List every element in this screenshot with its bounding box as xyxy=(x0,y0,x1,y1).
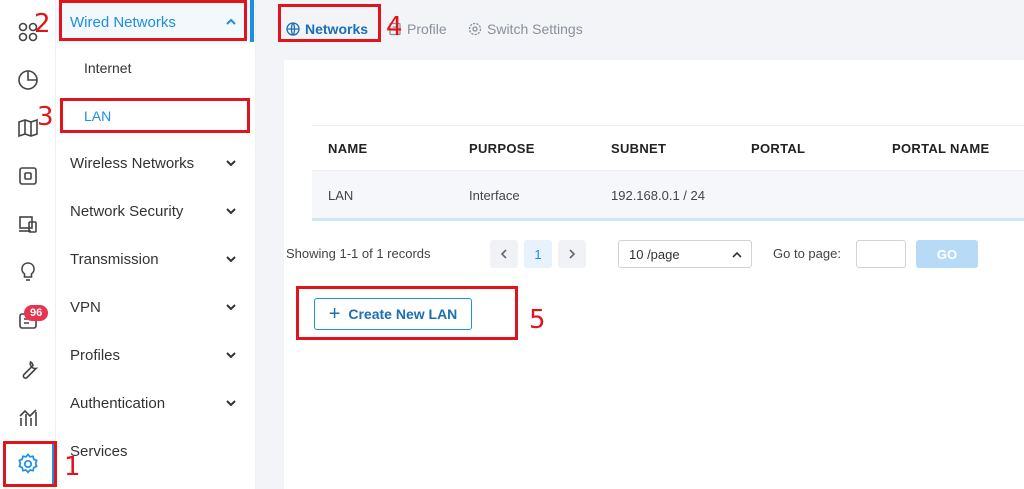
tab-label: Switch Settings xyxy=(487,21,583,37)
menu-label: Authentication xyxy=(70,394,166,412)
clients-icon[interactable] xyxy=(8,204,48,244)
menu-transmission[interactable]: Transmission xyxy=(56,237,252,281)
menu-label: Internet xyxy=(84,60,132,76)
networks-card: NAME PURPOSE SUBNET PORTAL PORTAL NAME xyxy=(284,60,1024,489)
column-header-portal-name[interactable]: PORTAL NAME xyxy=(892,141,989,156)
annotation-number-2: 2 xyxy=(34,9,51,39)
pagination-summary: Showing 1-1 of 1 records xyxy=(286,246,431,261)
annotation-number-5: 5 xyxy=(529,305,546,335)
chevron-down-icon xyxy=(226,160,236,167)
chevron-down-icon xyxy=(226,256,236,263)
settings-menu: Wired Networks Internet LAN Wireless Net… xyxy=(56,0,256,489)
goto-label: Go to page: xyxy=(773,246,841,261)
main-content: Networks Profile Switch Settings NAME PU… xyxy=(256,0,1024,489)
chevron-down-icon xyxy=(226,304,236,311)
menu-label: Wireless Networks xyxy=(70,154,195,172)
chevron-down-icon xyxy=(226,352,236,359)
prev-page-button[interactable] xyxy=(490,240,518,268)
annotation-box-1 xyxy=(3,441,57,487)
menu-profiles[interactable]: Profiles xyxy=(56,333,252,377)
annotation-box-5 xyxy=(296,286,518,340)
menu-internet[interactable]: Internet xyxy=(56,46,252,90)
annotation-number-1: 1 xyxy=(64,452,81,482)
device-icon[interactable] xyxy=(8,156,48,196)
menu-vpn[interactable]: VPN xyxy=(56,285,252,329)
column-header-subnet[interactable]: SUBNET xyxy=(611,141,666,156)
tab-switch-settings[interactable]: Switch Settings xyxy=(468,18,583,40)
chevron-down-icon xyxy=(226,208,236,215)
chevron-left-icon xyxy=(500,249,507,259)
icon-rail: 96 xyxy=(0,0,56,489)
table-row[interactable]: LAN Interface 192.168.0.1 / 24 xyxy=(312,171,1024,221)
menu-wireless-networks[interactable]: Wireless Networks xyxy=(56,141,252,185)
next-page-button[interactable] xyxy=(558,240,586,268)
pie-chart-icon[interactable] xyxy=(8,60,48,100)
menu-label: VPN xyxy=(70,298,101,316)
gear-icon xyxy=(468,22,482,36)
chevron-right-icon xyxy=(569,249,576,259)
notification-badge: 96 xyxy=(24,305,49,321)
goto-page-input[interactable] xyxy=(856,240,906,268)
annotation-box-2 xyxy=(59,0,247,41)
app-root: 96 Wired Networks Internet LAN Wireless … xyxy=(0,0,1024,489)
menu-active-indicator xyxy=(250,0,254,42)
tools-wrench-icon[interactable] xyxy=(8,350,48,390)
page-size-value: 10 /page xyxy=(629,247,680,262)
menu-label: Profiles xyxy=(70,346,121,364)
cell-name: LAN xyxy=(328,188,354,203)
menu-label: Network Security xyxy=(70,202,184,220)
annotation-number-4: 4 xyxy=(386,12,403,42)
go-button[interactable]: GO xyxy=(916,240,978,268)
table-header: NAME PURPOSE SUBNET PORTAL PORTAL NAME xyxy=(312,125,1024,171)
insight-bulb-icon[interactable] xyxy=(8,252,48,292)
annotation-box-3 xyxy=(60,98,250,133)
annotation-box-4 xyxy=(278,4,381,42)
column-header-purpose[interactable]: PURPOSE xyxy=(469,141,535,156)
column-header-name[interactable]: NAME xyxy=(328,141,367,156)
menu-network-security[interactable]: Network Security xyxy=(56,189,252,233)
menu-label: Transmission xyxy=(70,250,159,268)
menu-services[interactable]: Services xyxy=(56,429,252,473)
statistics-icon[interactable] xyxy=(8,398,48,438)
column-header-portal[interactable]: PORTAL xyxy=(751,141,805,156)
menu-authentication[interactable]: Authentication xyxy=(56,381,252,425)
page-size-select[interactable]: 10 /page xyxy=(618,240,752,268)
chevron-down-icon xyxy=(226,400,236,407)
page-number-button[interactable]: 1 xyxy=(524,240,552,268)
tab-label: Profile xyxy=(407,21,447,37)
annotation-number-3: 3 xyxy=(37,102,54,132)
chevron-up-icon xyxy=(732,251,742,258)
cell-purpose: Interface xyxy=(469,188,520,203)
cell-subnet: 192.168.0.1 / 24 xyxy=(611,188,705,203)
pagination: Showing 1-1 of 1 records 1 10 /page Go t… xyxy=(286,240,986,270)
